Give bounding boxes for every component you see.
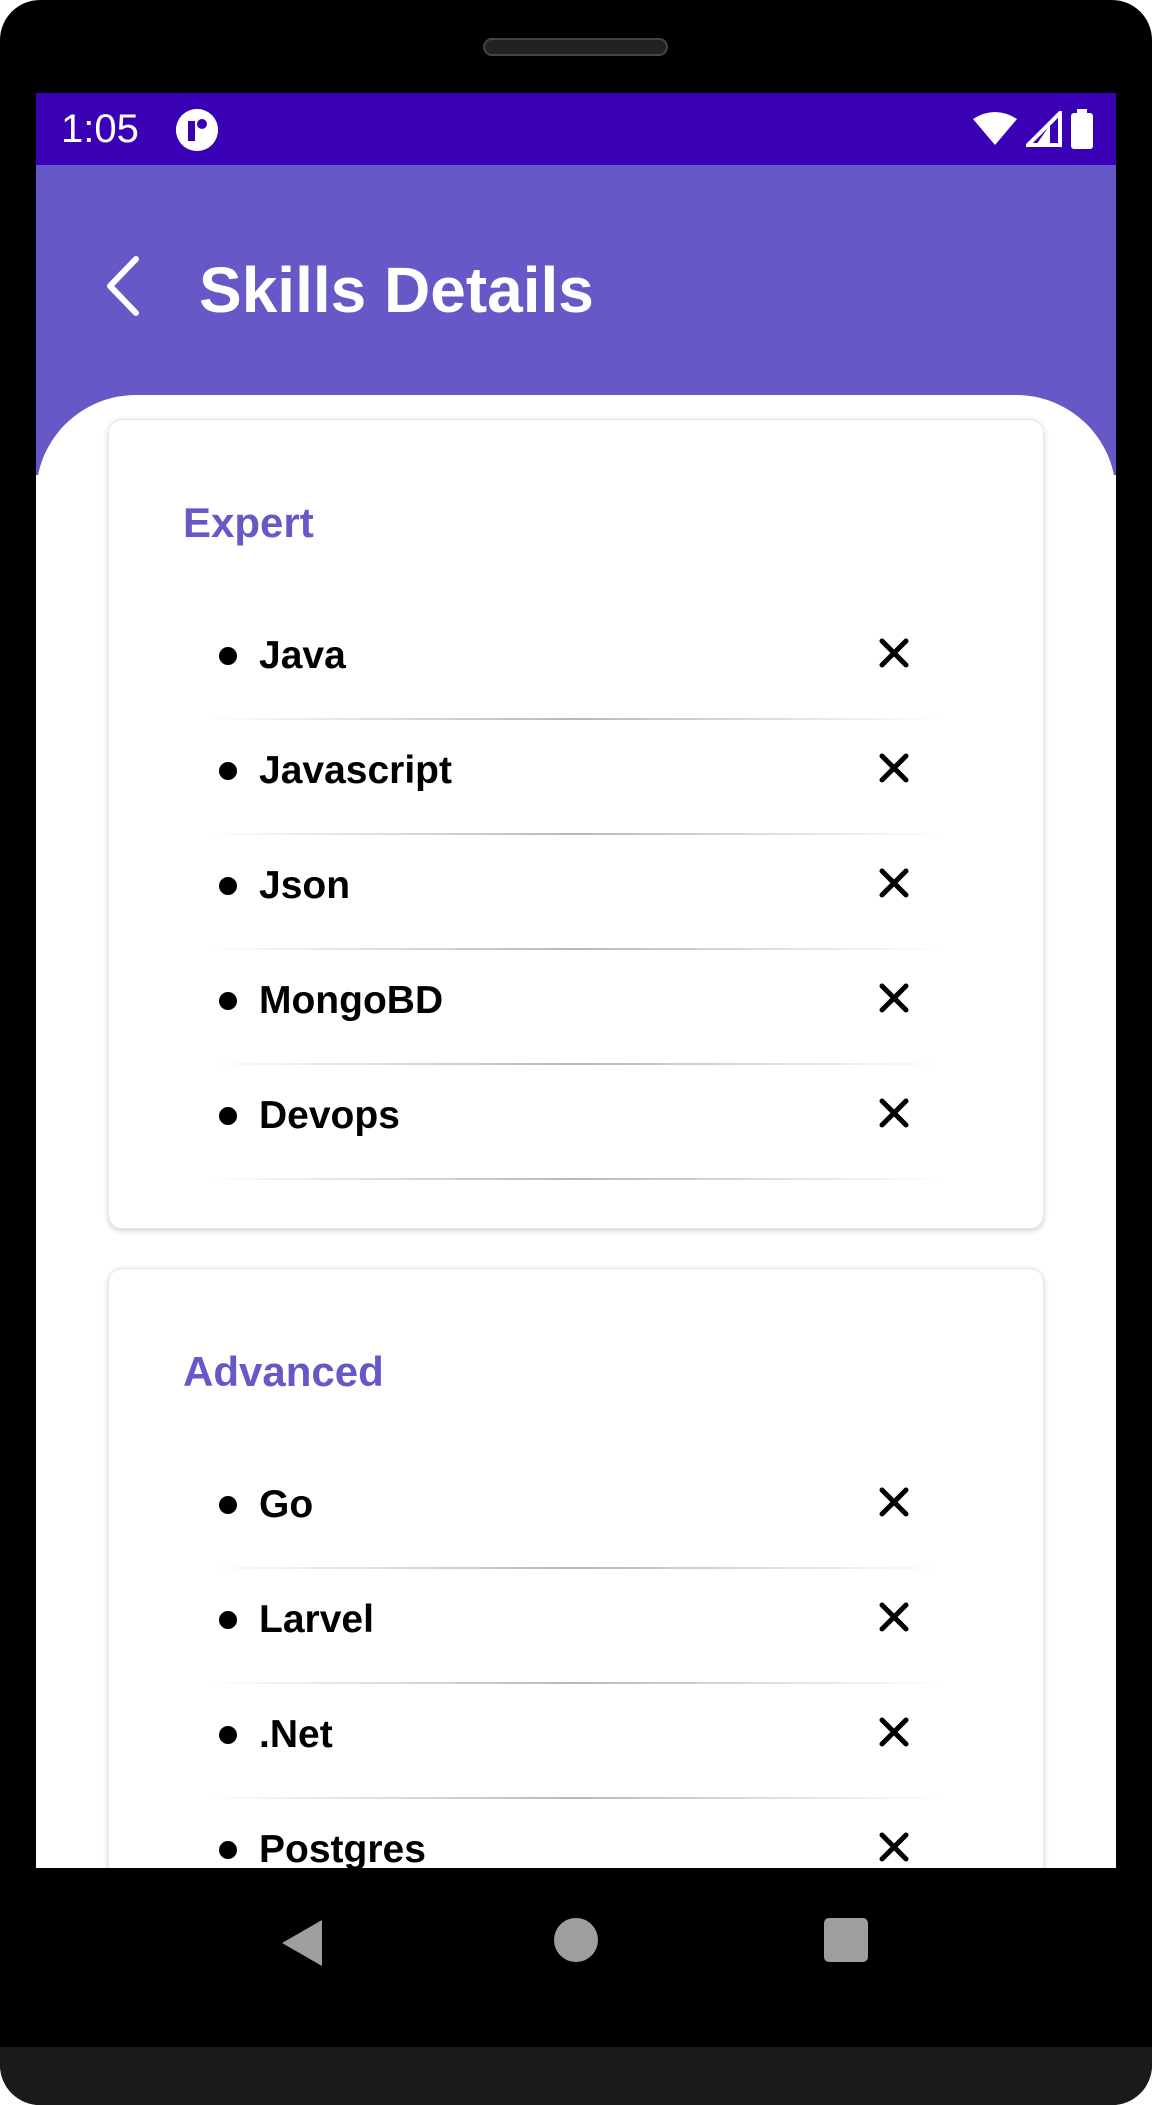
screen: 1:05 Skills Details Expert Java Javascri… — [36, 93, 1116, 1868]
bullet-icon — [219, 1496, 237, 1514]
close-icon[interactable] — [877, 1485, 911, 1519]
close-icon[interactable] — [877, 981, 911, 1015]
skill-label: Devops — [259, 1094, 400, 1137]
close-icon[interactable] — [877, 1715, 911, 1749]
skill-label: Json — [259, 864, 351, 907]
status-time: 1:05 — [61, 107, 139, 151]
status-icons — [972, 107, 1094, 151]
list-item: Java — [205, 605, 945, 720]
navigation-bar — [36, 1868, 1116, 2018]
skill-label: Go — [259, 1483, 314, 1526]
skill-label: Javascript — [259, 749, 452, 792]
bullet-icon — [219, 992, 237, 1010]
close-icon[interactable] — [877, 1600, 911, 1634]
close-icon[interactable] — [877, 1830, 911, 1864]
list-item: Larvel — [205, 1569, 945, 1684]
list-item: .Net — [205, 1684, 945, 1799]
close-icon[interactable] — [877, 866, 911, 900]
divider — [205, 1178, 945, 1180]
skill-label: MongoBD — [259, 979, 444, 1022]
close-icon[interactable] — [877, 636, 911, 670]
content-sheet: Expert Java Javascript Json MongoBD Devo… — [36, 395, 1116, 1868]
list-item: Javascript — [205, 720, 945, 835]
bullet-icon — [219, 1841, 237, 1859]
back-triangle-icon[interactable] — [280, 1918, 324, 1968]
bullet-icon — [219, 877, 237, 895]
bullet-icon — [219, 647, 237, 665]
skill-label: Larvel — [259, 1598, 374, 1641]
home-circle-icon[interactable] — [554, 1918, 598, 1962]
section-title: Advanced — [183, 1348, 384, 1395]
skill-label: Java — [259, 634, 346, 677]
circle-app-icon — [176, 109, 218, 151]
list-item: Go — [205, 1454, 945, 1569]
skill-label: .Net — [259, 1713, 333, 1756]
list-item: Json — [205, 835, 945, 950]
bullet-icon — [219, 1611, 237, 1629]
list-item: MongoBD — [205, 950, 945, 1065]
bullet-icon — [219, 762, 237, 780]
list-item: Devops — [205, 1065, 945, 1180]
signal-icon — [1026, 111, 1062, 147]
section-title: Expert — [183, 499, 314, 546]
device-chin — [0, 2047, 1152, 2105]
wifi-icon — [973, 112, 1017, 145]
battery-icon — [1071, 109, 1093, 149]
skill-label: Postgres — [259, 1828, 426, 1868]
bullet-icon — [219, 1107, 237, 1125]
close-icon[interactable] — [877, 1096, 911, 1130]
skills-card-advanced: Advanced Go Larvel .Net Postgres — [108, 1268, 1044, 1868]
status-bar: 1:05 — [36, 93, 1116, 165]
speaker-grille — [483, 38, 668, 56]
chevron-left-icon — [107, 256, 139, 316]
device-frame: 1:05 Skills Details Expert Java Javascri… — [0, 0, 1152, 2105]
bullet-icon — [219, 1726, 237, 1744]
page-title: Skills Details — [199, 254, 594, 326]
recents-square-icon[interactable] — [824, 1918, 868, 1962]
back-button[interactable] — [96, 251, 156, 321]
skills-card-expert: Expert Java Javascript Json MongoBD Devo… — [108, 419, 1044, 1229]
list-item: Postgres — [205, 1799, 945, 1868]
close-icon[interactable] — [877, 751, 911, 785]
